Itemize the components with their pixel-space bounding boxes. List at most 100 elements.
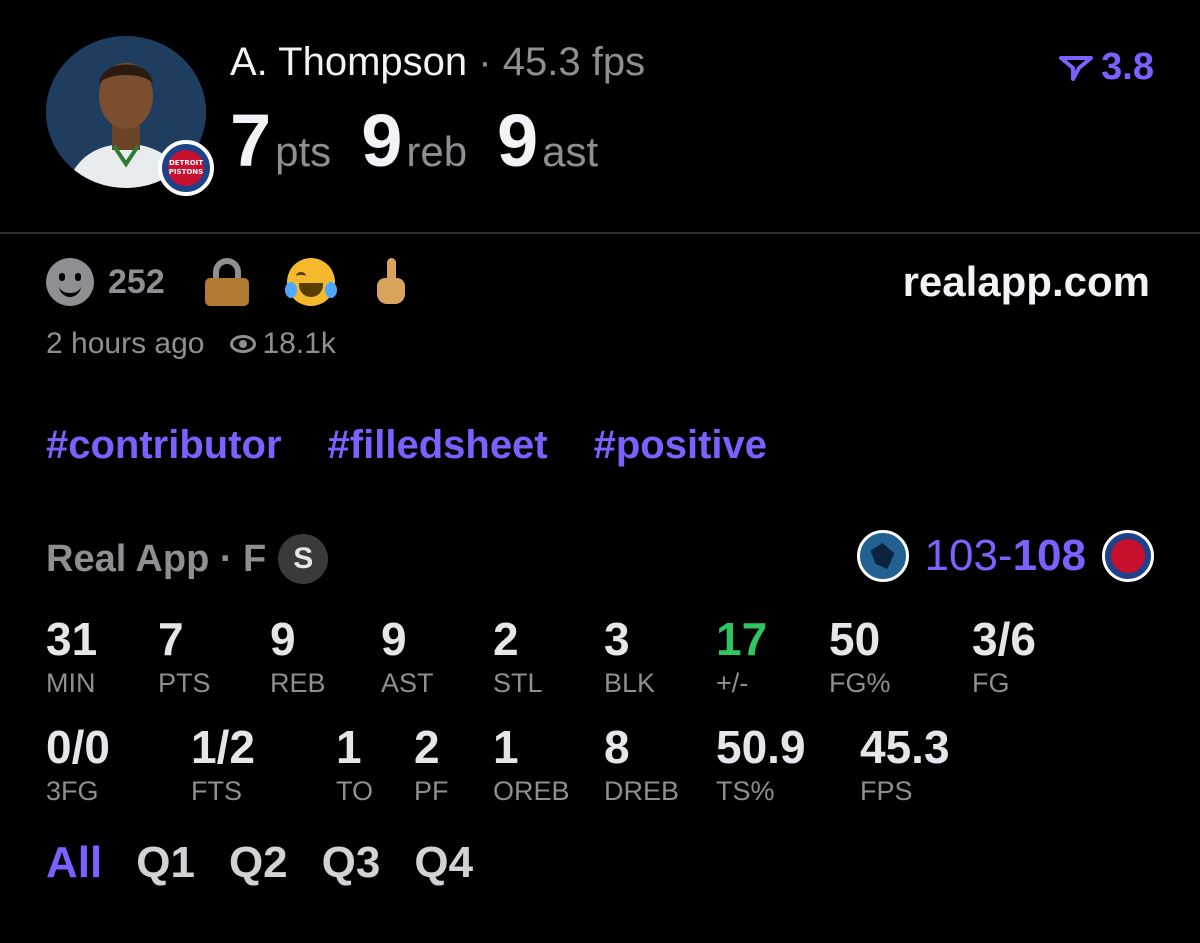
stat-value: 17 <box>716 613 768 665</box>
stat-label: +/- <box>716 668 749 698</box>
stat-label: STL <box>493 668 543 698</box>
tab-all[interactable]: All <box>46 838 102 888</box>
stat-value: 2 <box>493 613 519 665</box>
stat-min: 31 MIN <box>46 612 97 698</box>
timberwolves-logo-icon <box>856 530 909 582</box>
stat-ast: 9 AST <box>381 612 434 698</box>
reaction-count: 252 <box>108 262 165 301</box>
stat-value: 1/2 <box>191 721 255 773</box>
stat-plus-minus: 17 +/- <box>716 612 767 698</box>
stat-label: FTS <box>191 776 242 806</box>
stat-value: 0/0 <box>46 721 110 773</box>
post-meta: 2 hours ago 18.1k <box>46 327 336 361</box>
stat-label: OREB <box>493 776 570 806</box>
stat-fg-pct: 50 FG% <box>829 612 891 698</box>
divider <box>0 232 1200 234</box>
stat-value: 9 <box>270 613 296 665</box>
stat-dreb: 8 DREB <box>604 720 679 806</box>
reb-unit: reb <box>406 128 468 175</box>
stat-label: FG% <box>829 668 891 698</box>
stat-label: PTS <box>158 668 211 698</box>
away-score: 103 <box>924 531 998 580</box>
site-link[interactable]: realapp.com <box>903 258 1150 306</box>
stat-label: MIN <box>46 668 96 698</box>
tag-filledsheet[interactable]: #filledsheet <box>328 423 548 468</box>
name-separator: · <box>478 40 492 84</box>
headline-stats: 7 pts 9 reb 9 ast <box>230 98 628 183</box>
tag-positive[interactable]: #positive <box>594 423 767 468</box>
stat-blk: 3 BLK <box>604 612 655 698</box>
tab-q1[interactable]: Q1 <box>136 838 195 888</box>
view-count: 18.1k <box>262 327 336 360</box>
tag-contributor[interactable]: #contributor <box>46 423 282 468</box>
stat-value: 50.9 <box>716 721 806 773</box>
stat-value: 7 <box>158 613 184 665</box>
stat-fts: 1/2 FTS <box>191 720 255 806</box>
stat-reb: 9 REB <box>270 612 326 698</box>
rating-flag-icon <box>1059 55 1094 81</box>
stat-value: 1 <box>493 721 519 773</box>
rating[interactable]: 3.8 <box>1059 46 1154 89</box>
stat-fg: 3/6 FG <box>972 612 1036 698</box>
ast-value: 9 <box>497 99 538 182</box>
rating-value: 3.8 <box>1101 46 1154 88</box>
period-tabs: All Q1 Q2 Q3 Q4 <box>46 838 473 888</box>
stat-to: 1 TO <box>336 720 373 806</box>
stat-fps: 45.3 FPS <box>860 720 950 806</box>
stat-pf: 2 PF <box>414 720 449 806</box>
player-name[interactable]: A. Thompson <box>230 40 467 84</box>
source-label: Real App · F <box>46 537 267 580</box>
stat-label: TS% <box>716 776 775 806</box>
stat-value: 1 <box>336 721 362 773</box>
stat-value: 31 <box>46 613 98 665</box>
player-header: DETROIT PISTONS A. Thompson · 45.3 fps 7… <box>0 0 1200 232</box>
reactions-bar: 252 <box>46 258 409 306</box>
stat-value: 8 <box>604 721 630 773</box>
stat-label: PF <box>414 776 449 806</box>
stat-label: REB <box>270 668 326 698</box>
stat-label: AST <box>381 668 434 698</box>
reb-value: 9 <box>361 99 402 182</box>
lock-icon[interactable] <box>204 258 249 306</box>
team-badge-label: DETROIT PISTONS <box>168 150 204 186</box>
stat-label: 3FG <box>46 776 99 806</box>
stat-value: 45.3 <box>860 721 950 773</box>
stat-label: BLK <box>604 668 656 698</box>
score-text: 103-108 <box>925 531 1087 581</box>
eye-icon <box>230 335 257 353</box>
stat-value: 3/6 <box>972 613 1036 665</box>
stat-oreb: 1 OREB <box>493 720 570 806</box>
tab-q4[interactable]: Q4 <box>414 838 473 888</box>
tab-q2[interactable]: Q2 <box>229 838 288 888</box>
team-badge: DETROIT PISTONS <box>158 140 214 196</box>
tag-list: #contributor #filledsheet #positive <box>46 423 767 468</box>
time-ago: 2 hours ago <box>46 327 205 360</box>
laugh-icon[interactable] <box>284 258 337 306</box>
stat-3fg: 0/0 3FG <box>46 720 110 806</box>
stat-ts-pct: 50.9 TS% <box>716 720 806 806</box>
tab-q3[interactable]: Q3 <box>322 838 381 888</box>
fps-summary: 45.3 fps <box>502 40 646 84</box>
pistons-logo-icon <box>1102 530 1154 582</box>
score-dash: - <box>997 531 1013 580</box>
smile-icon[interactable] <box>46 258 94 306</box>
player-name-line: A. Thompson · 45.3 fps <box>230 40 645 85</box>
s-badge[interactable]: S <box>278 534 329 584</box>
pts-unit: pts <box>275 128 332 175</box>
stat-label: FG <box>972 668 1010 698</box>
stat-value: 50 <box>829 613 881 665</box>
game-score[interactable]: 103-108 <box>856 530 1154 582</box>
stat-stl: 2 STL <box>493 612 543 698</box>
stat-label: TO <box>336 776 374 806</box>
stat-value: 2 <box>414 721 440 773</box>
home-score: 108 <box>1012 531 1086 580</box>
stat-pts: 7 PTS <box>158 612 211 698</box>
pts-value: 7 <box>230 99 271 182</box>
hand-icon[interactable] <box>373 258 409 306</box>
stat-value: 9 <box>381 613 407 665</box>
stat-label: DREB <box>604 776 680 806</box>
stat-value: 3 <box>604 613 630 665</box>
stat-label: FPS <box>860 776 913 806</box>
game-source: Real App · F S <box>46 534 329 584</box>
ast-unit: ast <box>542 128 599 175</box>
